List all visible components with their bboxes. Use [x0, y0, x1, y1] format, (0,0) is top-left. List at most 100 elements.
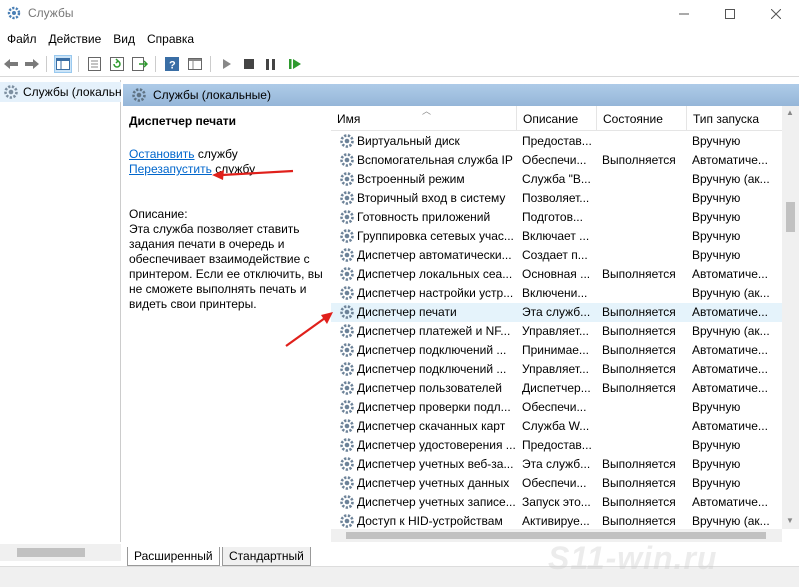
- cell-startup: Автоматиче...: [692, 267, 768, 281]
- menu-bar: Файл Действие Вид Справка: [0, 29, 799, 49]
- panel-header: Службы (локальные): [123, 84, 799, 106]
- cell-startup: Автоматиче...: [692, 362, 768, 376]
- cell-description: Активируе...: [522, 514, 590, 528]
- table-row[interactable]: Виртуальный диск Предостав... Вручную: [331, 132, 782, 151]
- view-icon[interactable]: [186, 55, 204, 73]
- cell-state: [602, 134, 690, 150]
- table-row[interactable]: Диспетчер скачанных карт Служба W... Автом…: [331, 417, 782, 436]
- tab-extended[interactable]: Расширенный: [127, 547, 220, 566]
- table-row[interactable]: Вспомогательная служба IP Обеспечи... Выпо…: [331, 151, 782, 170]
- service-gear-icon: [339, 399, 355, 418]
- cell-startup: Автоматиче...: [692, 153, 768, 167]
- tree-item-label: Службы (локальные): [23, 85, 121, 99]
- start-service-icon[interactable]: [218, 55, 236, 73]
- service-gear-icon: [339, 209, 355, 228]
- close-button[interactable]: [753, 0, 799, 27]
- cell-description: Запуск это...: [522, 495, 591, 509]
- console-tree-icon[interactable]: [54, 55, 72, 73]
- tree-item-services-local[interactable]: Службы (локальные): [0, 82, 121, 102]
- service-gear-icon: [339, 133, 355, 152]
- table-row[interactable]: Диспетчер подключений ... Принимае... Выпо…: [331, 341, 782, 360]
- cell-state: Выполняется: [602, 153, 676, 167]
- cell-state: [602, 229, 690, 245]
- list-rows: Виртуальный диск Предостав... Вручную Вспом…: [331, 132, 782, 529]
- service-gear-icon: [339, 266, 355, 285]
- cell-startup: Вручную: [692, 191, 741, 205]
- scroll-up-icon[interactable]: ▲: [786, 108, 794, 117]
- column-description[interactable]: Описание: [517, 106, 597, 131]
- service-gear-icon: [339, 228, 355, 247]
- cell-description: Управляет...: [522, 324, 589, 338]
- table-row[interactable]: Диспетчер учетных записе... Запуск это...…: [331, 493, 782, 512]
- table-row[interactable]: Диспетчер автоматически... Создает п... Вр…: [331, 246, 782, 265]
- table-row[interactable]: Вторичный вход в систему Позволяет... Вруч…: [331, 189, 782, 208]
- table-row[interactable]: Диспетчер платежей и NF... Управляет... Вы…: [331, 322, 782, 341]
- column-state[interactable]: Состояние: [597, 106, 687, 131]
- table-row[interactable]: Диспетчер подключений ... Управляет... Вып…: [331, 360, 782, 379]
- table-row[interactable]: Диспетчер локальных сеа... Основная ... Вы…: [331, 265, 782, 284]
- stop-service-link[interactable]: Остановить: [129, 147, 195, 161]
- refresh-icon[interactable]: [108, 55, 126, 73]
- cell-name: Диспетчер печати: [357, 305, 457, 319]
- menu-help[interactable]: Справка: [147, 29, 194, 49]
- restart-service-link[interactable]: Перезапустить: [129, 162, 212, 176]
- cell-startup: Вручную (ак...: [692, 172, 770, 186]
- table-row[interactable]: Доступ к HID-устройствам Активируе... Выпо…: [331, 512, 782, 529]
- cell-description: Позволяет...: [522, 191, 590, 205]
- forward-arrow-icon[interactable]: [23, 55, 41, 73]
- cell-description: Служба W...: [522, 419, 590, 433]
- cell-name: Диспетчер учетных записе...: [357, 495, 516, 509]
- scroll-down-icon[interactable]: ▼: [786, 516, 794, 525]
- cell-startup: Вручную: [692, 248, 741, 262]
- list-header: ︿ Имя Описание Состояние Тип запуска: [331, 106, 782, 131]
- help-icon[interactable]: ?: [163, 55, 181, 73]
- cell-startup: Автоматиче...: [692, 381, 768, 395]
- cell-name: Диспетчер учетных данных: [357, 476, 510, 490]
- cell-name: Диспетчер настройки устр...: [357, 286, 514, 300]
- minimize-button[interactable]: [661, 0, 707, 27]
- table-row[interactable]: Диспетчер учетных данных Обеспечи... Выпол…: [331, 474, 782, 493]
- cell-state: [602, 400, 690, 416]
- table-row[interactable]: Готовность приложений Подготов... Вручную: [331, 208, 782, 227]
- table-row[interactable]: Диспетчер настройки устр... Включени... Вр…: [331, 284, 782, 303]
- table-row[interactable]: Диспетчер проверки подл... Обеспечи... Вру…: [331, 398, 782, 417]
- table-row[interactable]: Диспетчер пользователей Диспетчер... Выпол…: [331, 379, 782, 398]
- cell-startup: Вручную: [692, 134, 741, 148]
- table-row[interactable]: Встроенный режим Служба "В... Вручную (ак.…: [331, 170, 782, 189]
- menu-view[interactable]: Вид: [113, 29, 135, 49]
- cell-state: Выполняется: [602, 324, 676, 338]
- cell-name: Вспомогательная служба IP: [357, 153, 513, 167]
- list-vertical-scrollbar[interactable]: ▲ ▼: [782, 106, 799, 529]
- cell-name: Диспетчер проверки подл...: [357, 400, 511, 414]
- tree-horizontal-scrollbar[interactable]: [0, 544, 121, 561]
- menu-action[interactable]: Действие: [49, 29, 102, 49]
- cell-name: Диспетчер платежей и NF...: [357, 324, 511, 338]
- cell-startup: Вручную: [692, 457, 741, 471]
- table-row[interactable]: Диспетчер печати Эта служб... Выполняется А…: [331, 303, 782, 322]
- table-row[interactable]: Диспетчер удостоверения ... Предостав... В…: [331, 436, 782, 455]
- cell-startup: Вручную (ак...: [692, 514, 770, 528]
- table-row[interactable]: Группировка сетевых учас... Включает ... В…: [331, 227, 782, 246]
- restart-service-icon[interactable]: [286, 55, 304, 73]
- cell-startup: Автоматиче...: [692, 419, 768, 433]
- cell-description: Включает ...: [522, 229, 590, 243]
- back-arrow-icon[interactable]: [2, 55, 20, 73]
- service-gear-icon: [339, 323, 355, 342]
- column-startup[interactable]: Тип запуска: [687, 106, 782, 131]
- pause-service-icon[interactable]: [262, 55, 280, 73]
- services-list: ︿ Имя Описание Состояние Тип запуска Вир…: [331, 106, 782, 529]
- sort-up-icon: ︿: [422, 106, 432, 116]
- stop-service-icon[interactable]: [240, 55, 258, 73]
- maximize-button[interactable]: [707, 0, 753, 27]
- cell-startup: Вручную: [692, 400, 741, 414]
- menu-file[interactable]: Файл: [7, 29, 37, 49]
- cell-description: Эта служб...: [522, 457, 591, 471]
- column-name[interactable]: ︿ Имя: [331, 106, 517, 131]
- tab-standard[interactable]: Стандартный: [222, 547, 311, 566]
- export-list-icon[interactable]: [131, 55, 149, 73]
- cell-state: [602, 438, 690, 454]
- cell-startup: Автоматиче...: [692, 343, 768, 357]
- service-gear-icon: [339, 513, 355, 529]
- table-row[interactable]: Диспетчер учетных веб-за... Эта служб... В…: [331, 455, 782, 474]
- properties-icon[interactable]: [85, 55, 103, 73]
